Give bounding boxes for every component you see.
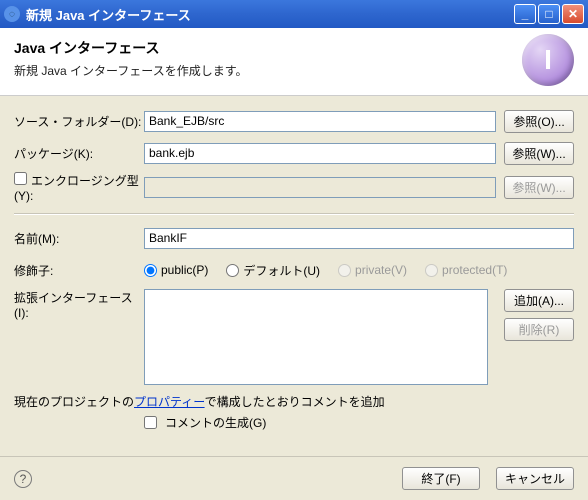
window-title: 新規 Java インターフェース: [26, 5, 514, 24]
enclosing-field: [144, 177, 496, 198]
name-field[interactable]: [144, 228, 574, 249]
modifier-radios: public(P) デフォルト(U) private(V) protected(…: [144, 262, 574, 279]
header-title: Java インターフェース: [14, 38, 574, 58]
package-field[interactable]: [144, 143, 496, 164]
label-source-folder: ソース・フォルダー(D):: [14, 113, 144, 130]
comment-hint: 現在のプロジェクトのプロパティーで構成したとおりコメントを追加: [14, 393, 574, 410]
separator: [14, 213, 574, 215]
hint-pre: 現在のプロジェクトの: [14, 395, 134, 409]
label-enclosing: エンクロージング型(Y):: [14, 172, 144, 203]
hint-post: で構成したとおりコメントを追加: [205, 395, 385, 409]
form-area: ソース・フォルダー(D): 参照(O)... パッケージ(K): 参照(W)..…: [0, 96, 588, 443]
title-bar: ◌ 新規 Java インターフェース _ □ ✕: [0, 0, 588, 28]
enclosing-checkbox[interactable]: [14, 172, 27, 185]
extended-interfaces-list[interactable]: [144, 289, 488, 385]
radio-protected: protected(T): [425, 263, 507, 277]
interface-icon: I: [522, 34, 574, 86]
label-extended: 拡張インターフェース(I):: [14, 289, 144, 320]
label-modifiers: 修飾子:: [14, 262, 144, 279]
generate-comments-label: コメントの生成(G): [165, 414, 266, 431]
cancel-button[interactable]: キャンセル: [496, 467, 574, 490]
browse-package-button[interactable]: 参照(W)...: [504, 142, 574, 165]
add-interface-button[interactable]: 追加(A)...: [504, 289, 574, 312]
help-icon[interactable]: ?: [14, 470, 32, 488]
radio-public[interactable]: public(P): [144, 263, 208, 277]
dialog-header: Java インターフェース 新規 Java インターフェースを作成します。 I: [0, 28, 588, 96]
dialog-footer: ? 終了(F) キャンセル: [0, 456, 588, 500]
source-folder-field[interactable]: [144, 111, 496, 132]
remove-interface-button: 削除(R): [504, 318, 574, 341]
label-name: 名前(M):: [14, 230, 144, 247]
generate-comments-checkbox[interactable]: [144, 416, 157, 429]
maximize-button[interactable]: □: [538, 4, 560, 24]
minimize-button[interactable]: _: [514, 4, 536, 24]
enclosing-text: エンクロージング型(Y):: [14, 174, 139, 203]
window-buttons: _ □ ✕: [514, 4, 584, 24]
label-package: パッケージ(K):: [14, 145, 144, 162]
radio-private: private(V): [338, 263, 407, 277]
header-desc: 新規 Java インターフェースを作成します。: [14, 62, 574, 79]
finish-button[interactable]: 終了(F): [402, 467, 480, 490]
close-button[interactable]: ✕: [562, 4, 584, 24]
properties-link[interactable]: プロパティー: [134, 395, 205, 409]
app-icon: ◌: [4, 6, 20, 22]
browse-enclosing-button: 参照(W)...: [504, 176, 574, 199]
browse-source-button[interactable]: 参照(O)...: [504, 110, 574, 133]
radio-default[interactable]: デフォルト(U): [226, 262, 320, 279]
generate-comments-row: コメントの生成(G): [14, 414, 574, 431]
